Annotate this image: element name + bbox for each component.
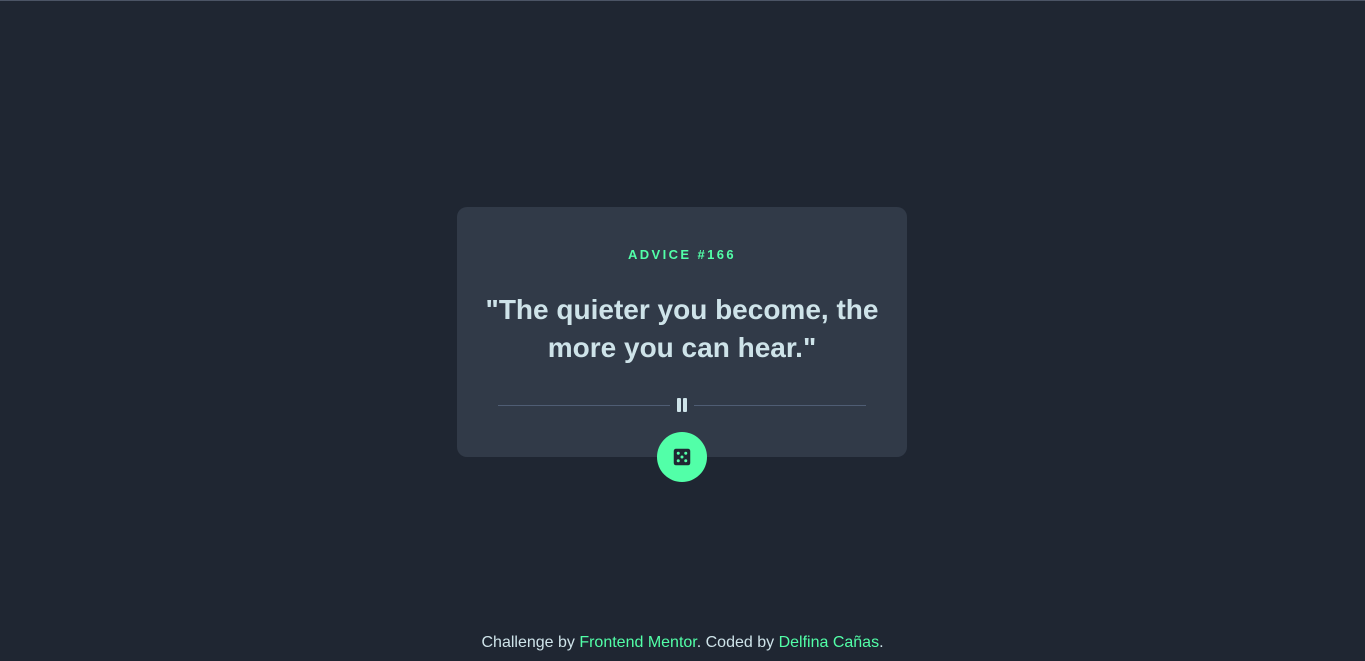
attribution: Challenge by Frontend Mentor. Coded by D… bbox=[0, 632, 1365, 654]
attribution-middle: . Coded by bbox=[696, 634, 779, 651]
dice-icon bbox=[673, 448, 691, 466]
divider-line-left bbox=[498, 405, 670, 406]
attribution-prefix: Challenge by bbox=[481, 634, 580, 651]
frontend-mentor-link[interactable]: Frontend Mentor bbox=[579, 634, 696, 651]
author-link[interactable]: Delfina Cañas bbox=[779, 634, 880, 651]
advice-card: ADVICE #166 "The quieter you become, the… bbox=[457, 207, 907, 457]
advice-id: ADVICE #166 bbox=[627, 247, 737, 262]
advice-text: "The quieter you become, the more you ca… bbox=[485, 294, 879, 363]
dice-button[interactable] bbox=[657, 432, 707, 482]
divider bbox=[498, 397, 866, 413]
pause-icon bbox=[676, 398, 688, 412]
top-border-line bbox=[0, 0, 1365, 1]
divider-line-right bbox=[694, 405, 866, 406]
attribution-suffix: . bbox=[879, 634, 884, 651]
